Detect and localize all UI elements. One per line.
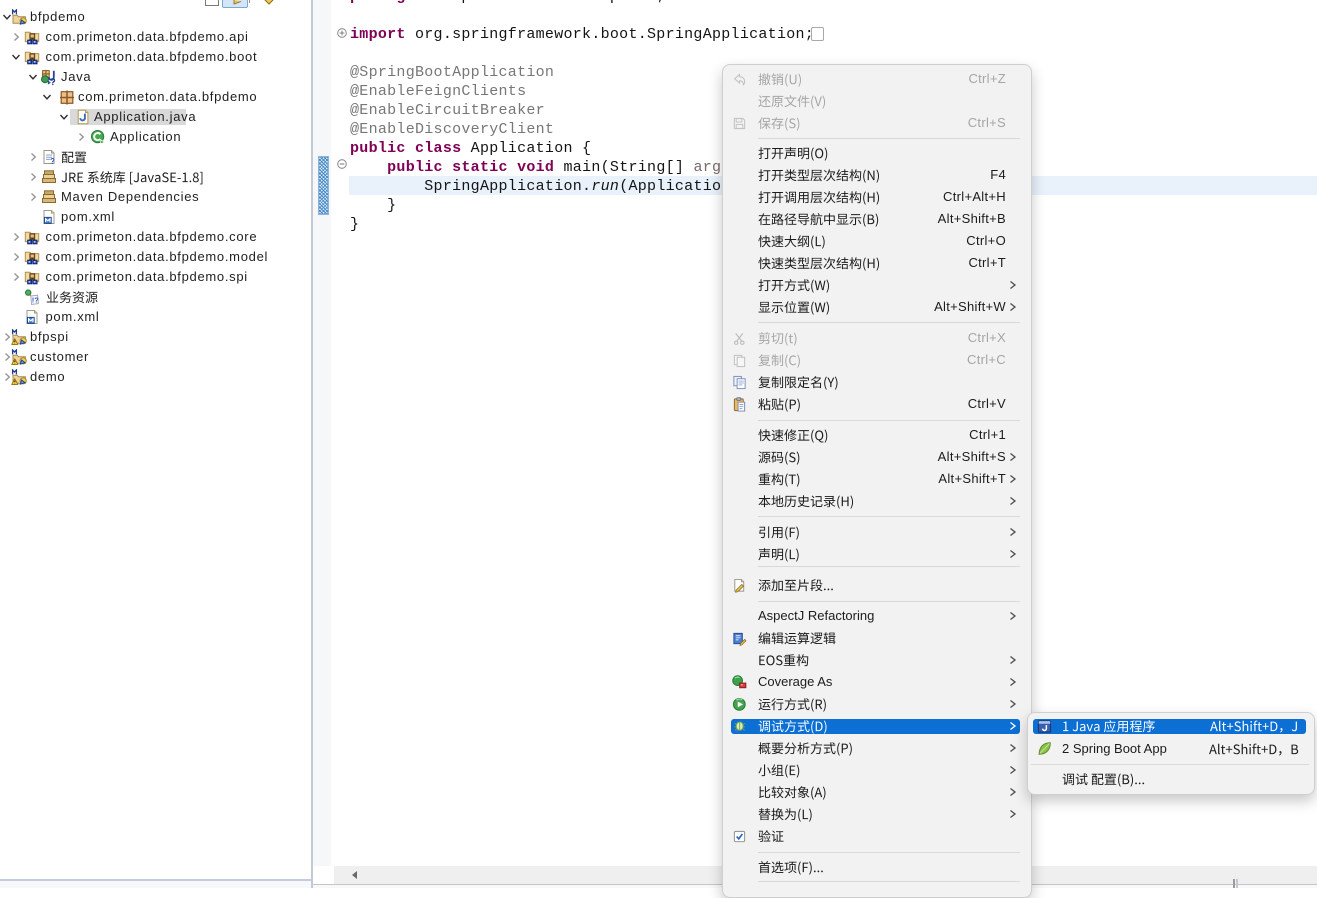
- svg-text:!?: !?: [32, 296, 39, 305]
- svg-text:?: ?: [50, 157, 55, 165]
